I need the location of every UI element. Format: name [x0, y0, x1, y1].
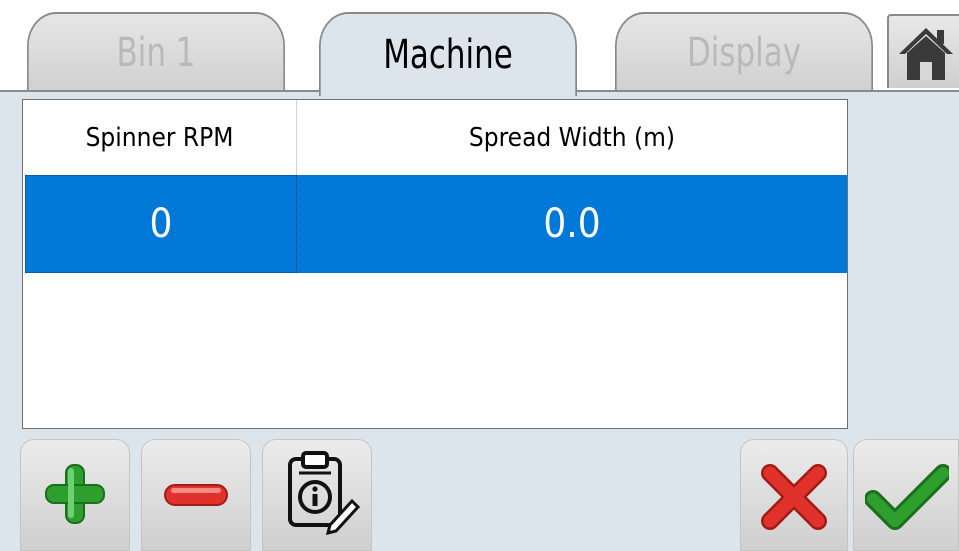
remove-button[interactable] — [141, 439, 251, 551]
screen: Bin 1 Display Machine Spinner RPM Spread… — [0, 0, 959, 551]
data-table: Spinner RPM Spread Width (m) 0 0.0 — [22, 99, 848, 429]
tab-machine[interactable]: Machine — [319, 12, 577, 96]
tab-label: Bin 1 — [116, 30, 196, 76]
cell-spread-width[interactable]: 0.0 — [297, 175, 847, 273]
home-icon — [899, 28, 953, 80]
table-row[interactable]: 0 0.0 — [25, 175, 847, 273]
table-header: Spinner RPM Spread Width (m) — [23, 100, 847, 175]
home-button[interactable] — [887, 14, 959, 88]
column-header-spread-width[interactable]: Spread Width (m) — [297, 100, 847, 175]
cancel-button[interactable] — [740, 439, 848, 551]
column-header-spinner-rpm[interactable]: Spinner RPM — [23, 100, 297, 175]
checkmark-icon — [865, 464, 949, 530]
add-button[interactable] — [20, 439, 130, 551]
minus-icon — [164, 484, 228, 506]
plus-icon — [45, 464, 105, 524]
confirm-button[interactable] — [853, 439, 959, 551]
tab-label: Display — [686, 30, 802, 76]
tab-display[interactable]: Display — [615, 12, 873, 92]
x-icon — [761, 464, 827, 530]
tab-bin-1[interactable]: Bin 1 — [27, 12, 285, 92]
cell-spinner-rpm[interactable]: 0 — [25, 175, 297, 273]
tab-label: Machine — [383, 32, 513, 78]
clipboard-info-icon — [288, 451, 361, 536]
tab-bar: Bin 1 Display Machine — [0, 0, 959, 96]
info-button[interactable] — [262, 439, 372, 551]
